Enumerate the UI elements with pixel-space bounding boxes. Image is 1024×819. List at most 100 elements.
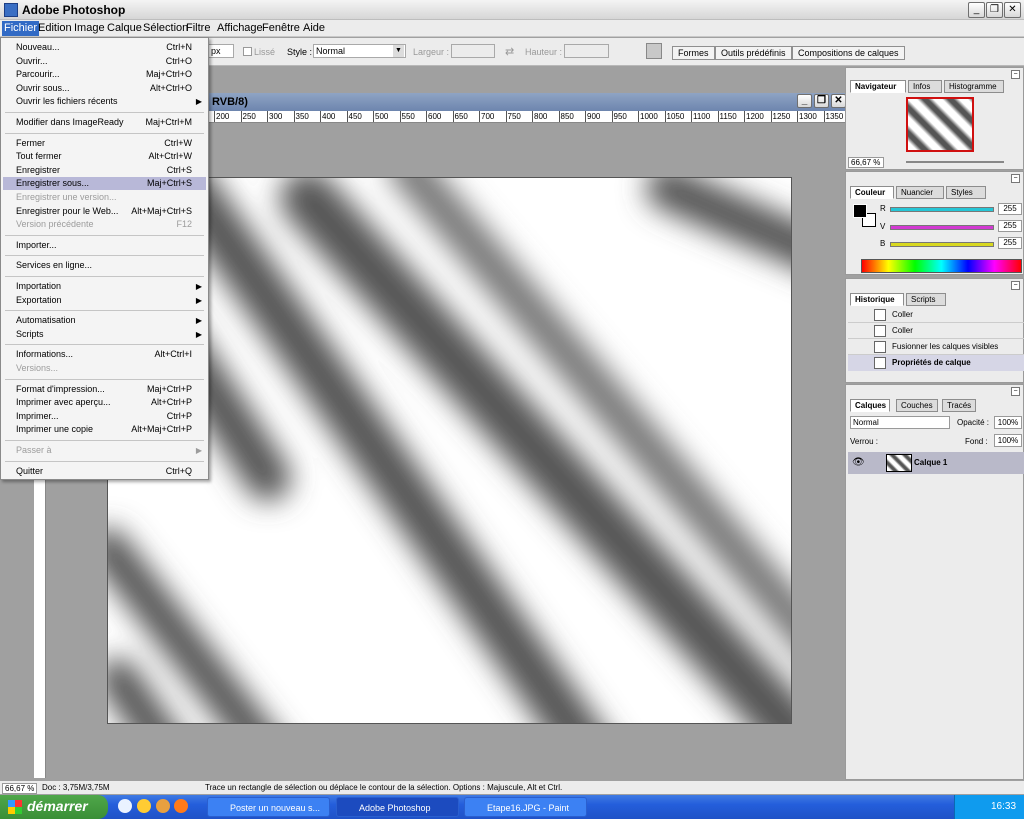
file-menu-item[interactable]: Ouvrir sous... Alt+Ctrl+O (3, 82, 206, 95)
menu-fenetre[interactable]: Fenêtre (262, 22, 300, 34)
menu-fichier[interactable]: Fichier (2, 21, 40, 36)
ruler-tick-label: 500 (373, 111, 389, 122)
file-menu-item[interactable]: Format d'impression... Maj+Ctrl+P (3, 383, 206, 396)
tab-calques[interactable]: Calques (850, 399, 890, 412)
tab-styles[interactable]: Styles (946, 186, 986, 199)
file-menu-item[interactable]: Quitter Ctrl+Q (3, 465, 206, 478)
tab-couches[interactable]: Couches (896, 399, 938, 412)
menu-item-label: Automatisation (16, 315, 76, 326)
menu-aide[interactable]: Aide (303, 22, 325, 34)
palette-well-icon[interactable] (646, 43, 662, 59)
largeur-field[interactable] (451, 44, 495, 58)
file-menu-item[interactable]: Ouvrir les fichiers récents ▶ (3, 95, 206, 108)
menu-image[interactable]: Image (74, 22, 105, 34)
doc-minimize-button[interactable]: _ (797, 94, 812, 108)
file-menu-item[interactable]: Parcourir... Maj+Ctrl+O (3, 68, 206, 81)
ruler-tick-label: 750 (505, 111, 521, 122)
menu-selection[interactable]: Sélection (143, 22, 188, 34)
file-menu-item[interactable]: Imprimer une copie Alt+Maj+Ctrl+P (3, 423, 206, 436)
file-menu-item[interactable]: Ouvrir... Ctrl+O (3, 55, 206, 68)
file-menu-item[interactable]: Importation ▶ (3, 280, 206, 293)
tab-couleur[interactable]: Couleur (850, 186, 894, 199)
panel-menu-icon[interactable]: − (1011, 387, 1020, 396)
menu-calque[interactable]: Calque (107, 22, 142, 34)
eye-icon[interactable]: 👁 (852, 457, 865, 468)
navigator-zoom-field[interactable]: 66,67 % (848, 157, 884, 168)
panel-menu-icon[interactable]: − (1011, 174, 1020, 183)
file-menu-item[interactable]: Imprimer avec aperçu... Alt+Ctrl+P (3, 396, 206, 409)
task-photoshop[interactable]: Adobe Photoshop (336, 797, 459, 817)
blend-mode-select[interactable]: Normal (850, 416, 950, 429)
file-menu-item[interactable]: Importer... (3, 239, 206, 252)
file-menu-item[interactable]: Fermer Ctrl+W (3, 137, 206, 150)
opacity-label: Opacité : (957, 418, 990, 427)
minimize-button[interactable]: _ (968, 2, 985, 18)
channel-v-slider[interactable] (890, 225, 994, 230)
tab-nuancier[interactable]: Nuancier (896, 186, 944, 199)
file-menu-item[interactable]: Enregistrer sous... Maj+Ctrl+S (3, 177, 206, 191)
panel-menu-icon[interactable]: − (1011, 70, 1020, 79)
layer-row[interactable]: 👁 Calque 1 (848, 452, 1024, 474)
style-select[interactable]: Normal ▼ (313, 44, 406, 58)
firefox-icon[interactable] (174, 799, 188, 813)
tab-histogramme[interactable]: Histogramme (944, 80, 1004, 93)
color-ramp[interactable] (861, 259, 1022, 273)
quick-launch-icon[interactable] (156, 799, 170, 813)
menu-edition[interactable]: Edition (38, 22, 72, 34)
tab-formes[interactable]: Formes (672, 46, 715, 60)
quick-launch-icon[interactable] (137, 799, 151, 813)
zoom-slider[interactable] (906, 161, 1004, 163)
file-menu-item[interactable]: Services en ligne... (3, 259, 206, 272)
menu-filtre[interactable]: Filtre (186, 22, 210, 34)
hauteur-field[interactable] (564, 44, 609, 58)
tab-scripts[interactable]: Scripts (906, 293, 946, 306)
doc-close-button[interactable]: ✕ (831, 94, 846, 108)
feather-field[interactable]: px (208, 44, 234, 58)
doc-maximize-button[interactable]: ❐ (814, 94, 829, 108)
tab-traces[interactable]: Tracés (942, 399, 976, 412)
tab-outils-predefinis[interactable]: Outils prédéfinis (715, 46, 792, 60)
history-item[interactable]: Fusionner les calques visibles (848, 339, 1024, 355)
channel-b-value[interactable]: 255 (998, 237, 1022, 249)
menu-affichage[interactable]: Affichage (217, 22, 263, 34)
ruler-tick-label: 600 (426, 111, 442, 122)
tab-infos[interactable]: Infos (908, 80, 942, 93)
file-menu-item[interactable]: Informations... Alt+Ctrl+I (3, 348, 206, 361)
navigator-thumbnail[interactable] (906, 97, 974, 152)
fill-label: Fond : (965, 437, 988, 446)
channel-r-slider[interactable] (890, 207, 994, 212)
maximize-button[interactable]: ❐ (986, 2, 1003, 18)
file-menu-item[interactable]: Tout fermer Alt+Ctrl+W (3, 150, 206, 163)
file-menu-item[interactable]: Imprimer... Ctrl+P (3, 410, 206, 423)
file-menu-item[interactable]: Enregistrer Ctrl+S (3, 164, 206, 177)
menu-item-label: Ouvrir sous... (16, 82, 70, 93)
file-menu-item[interactable]: Automatisation ▶ (3, 314, 206, 327)
history-item[interactable]: Coller (848, 307, 1024, 323)
channel-b-slider[interactable] (890, 242, 994, 247)
file-menu-item[interactable]: Nouveau... Ctrl+N (3, 41, 206, 54)
tab-compositions-de-calques[interactable]: Compositions de calques (792, 46, 905, 60)
foreground-color-swatch[interactable] (853, 204, 867, 218)
close-button[interactable]: ✕ (1004, 2, 1021, 18)
fill-field[interactable]: 100% (994, 434, 1022, 447)
file-menu-item[interactable]: Scripts ▶ (3, 328, 206, 341)
channel-v-value[interactable]: 255 (998, 220, 1022, 232)
tab-navigateur[interactable]: Navigateur (850, 80, 906, 93)
tab-historique[interactable]: Historique (850, 293, 904, 306)
quick-launch-icon[interactable] (118, 799, 132, 813)
channel-r-value[interactable]: 255 (998, 203, 1022, 215)
document-canvas[interactable] (107, 177, 792, 724)
start-button[interactable]: démarrer (0, 795, 108, 819)
lisse-checkbox[interactable] (243, 47, 252, 56)
file-menu-item[interactable]: Modifier dans ImageReady Maj+Ctrl+M (3, 116, 206, 129)
file-menu-item[interactable]: Exportation ▶ (3, 294, 206, 307)
task-paint[interactable]: Etape16.JPG - Paint (464, 797, 587, 817)
status-zoom[interactable]: 66,67 % (2, 783, 38, 794)
history-item[interactable]: Coller (848, 323, 1024, 339)
task-poster[interactable]: Poster un nouveau s... (207, 797, 330, 817)
panel-menu-icon[interactable]: − (1011, 281, 1020, 290)
file-menu-item[interactable]: Enregistrer pour le Web... Alt+Maj+Ctrl+S (3, 205, 206, 218)
history-item-active[interactable]: Propriétés de calque (848, 355, 1024, 371)
opacity-field[interactable]: 100% (994, 416, 1022, 429)
swap-icon[interactable]: ⇄ (505, 45, 514, 58)
